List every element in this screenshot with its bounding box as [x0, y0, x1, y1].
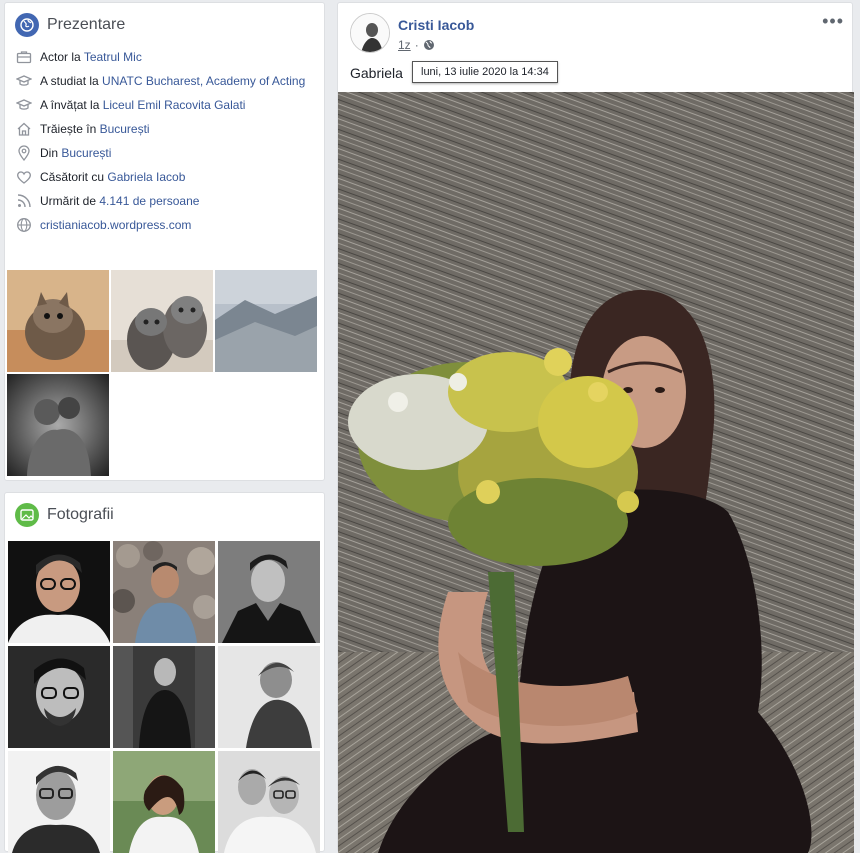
post-header: Cristi Iacob 1z · •••: [338, 3, 852, 63]
post-author-link[interactable]: Cristi Iacob: [398, 17, 474, 33]
portrait-photo-5[interactable]: [113, 646, 215, 748]
portrait-photo-2[interactable]: [113, 541, 215, 643]
avatar[interactable]: [350, 13, 390, 53]
intro-row-prefix: Căsătorit cu: [40, 170, 108, 184]
intro-row-text: Trăiește în București: [40, 121, 150, 137]
kitten-photo-1[interactable]: [7, 270, 109, 372]
graduation-cap-icon: [15, 97, 33, 113]
intro-card: Prezentare Actor la Teatrul Mic A studiat…: [4, 2, 325, 481]
intro-row: A studiat la UNATC Bucharest, Academy of…: [15, 73, 313, 89]
home-icon: [16, 121, 32, 137]
portrait-photo-8[interactable]: [113, 751, 215, 853]
graduation-cap-icon: [15, 73, 33, 89]
intro-row-prefix: Urmărit de: [40, 194, 100, 208]
couple-photo[interactable]: [7, 374, 109, 476]
intro-row-text: Căsătorit cu Gabriela Iacob: [40, 169, 185, 185]
intro-row-prefix: Actor la: [40, 50, 84, 64]
intro-row-prefix: Din: [40, 146, 62, 160]
photos-grid: [8, 541, 321, 853]
intro-row-prefix: A studiat la: [40, 74, 103, 88]
location-pin-icon: [16, 145, 32, 162]
portrait-photo-7[interactable]: [8, 751, 110, 853]
portrait-photo-6[interactable]: [218, 646, 320, 748]
photos-title: Fotografii: [47, 506, 114, 523]
intro-row: Căsătorit cu Gabriela Iacob: [16, 169, 313, 185]
rss-icon: [16, 193, 32, 209]
post-card: Cristi Iacob 1z · ••• Gabriela luni, 13 …: [337, 2, 854, 853]
photos-header: Fotografii: [5, 493, 324, 537]
intro-row-link[interactable]: cristianiacob.wordpress.com: [40, 218, 191, 232]
portrait-photo-1[interactable]: [8, 541, 110, 643]
intro-row-link[interactable]: Gabriela Iacob: [107, 170, 185, 184]
globe-icon: [16, 217, 32, 233]
intro-row-text: Din București: [40, 145, 111, 161]
post-timestamp-link[interactable]: 1z: [398, 38, 411, 52]
public-globe-icon: [423, 40, 434, 50]
timestamp-tooltip: luni, 13 iulie 2020 la 14:34: [412, 61, 558, 83]
post-photo-image[interactable]: [338, 92, 854, 853]
intro-row-text: A studiat la UNATC Bucharest, Academy of…: [40, 73, 305, 89]
portrait-photo-9[interactable]: [218, 751, 320, 853]
more-options-button[interactable]: •••: [822, 11, 844, 32]
intro-row: Urmărit de 4.141 de persoane: [16, 193, 313, 209]
intro-header: Prezentare: [5, 3, 324, 47]
intro-row-link[interactable]: Liceul Emil Racovita Galati: [103, 98, 246, 112]
intro-row: Din București: [16, 145, 313, 162]
post-photo[interactable]: [338, 92, 854, 853]
intro-info-list: Actor la Teatrul Mic A studiat la UNATC B…: [5, 47, 324, 233]
intro-row-link[interactable]: București: [100, 122, 150, 136]
snowy-mountain-photo[interactable]: [215, 270, 317, 372]
post-meta: 1z ·: [398, 38, 435, 52]
intro-row-link[interactable]: UNATC Bucharest, Academy of Acting: [102, 74, 305, 88]
intro-row-link[interactable]: București: [61, 146, 111, 160]
photo-badge-icon: [15, 503, 39, 527]
kitten-photo-2[interactable]: [111, 270, 213, 372]
intro-row-prefix: Trăiește în: [40, 122, 100, 136]
intro-row-text: Urmărit de 4.141 de persoane: [40, 193, 199, 209]
intro-row-prefix: A învățat la: [40, 98, 103, 112]
dot-separator: ·: [414, 38, 419, 52]
globe-badge-icon: [15, 13, 39, 37]
intro-row-text: Actor la Teatrul Mic: [40, 49, 142, 65]
intro-row: A învățat la Liceul Emil Racovita Galati: [15, 97, 313, 113]
intro-row: cristianiacob.wordpress.com: [16, 217, 313, 233]
photos-card: Fotografii: [4, 492, 325, 853]
briefcase-icon: [16, 49, 32, 65]
post-caption: Gabriela: [350, 65, 403, 81]
intro-row-text: A învățat la Liceul Emil Racovita Galati: [40, 97, 245, 113]
heart-icon: [16, 169, 32, 185]
intro-photo-grid: [7, 270, 320, 476]
intro-row-text: cristianiacob.wordpress.com: [40, 217, 191, 233]
portrait-photo-3[interactable]: [218, 541, 320, 643]
intro-row-link[interactable]: Teatrul Mic: [84, 50, 142, 64]
intro-row: Trăiește în București: [16, 121, 313, 137]
portrait-photo-4[interactable]: [8, 646, 110, 748]
intro-row: Actor la Teatrul Mic: [16, 49, 313, 65]
intro-title: Prezentare: [47, 16, 126, 33]
intro-row-link[interactable]: 4.141 de persoane: [99, 194, 199, 208]
